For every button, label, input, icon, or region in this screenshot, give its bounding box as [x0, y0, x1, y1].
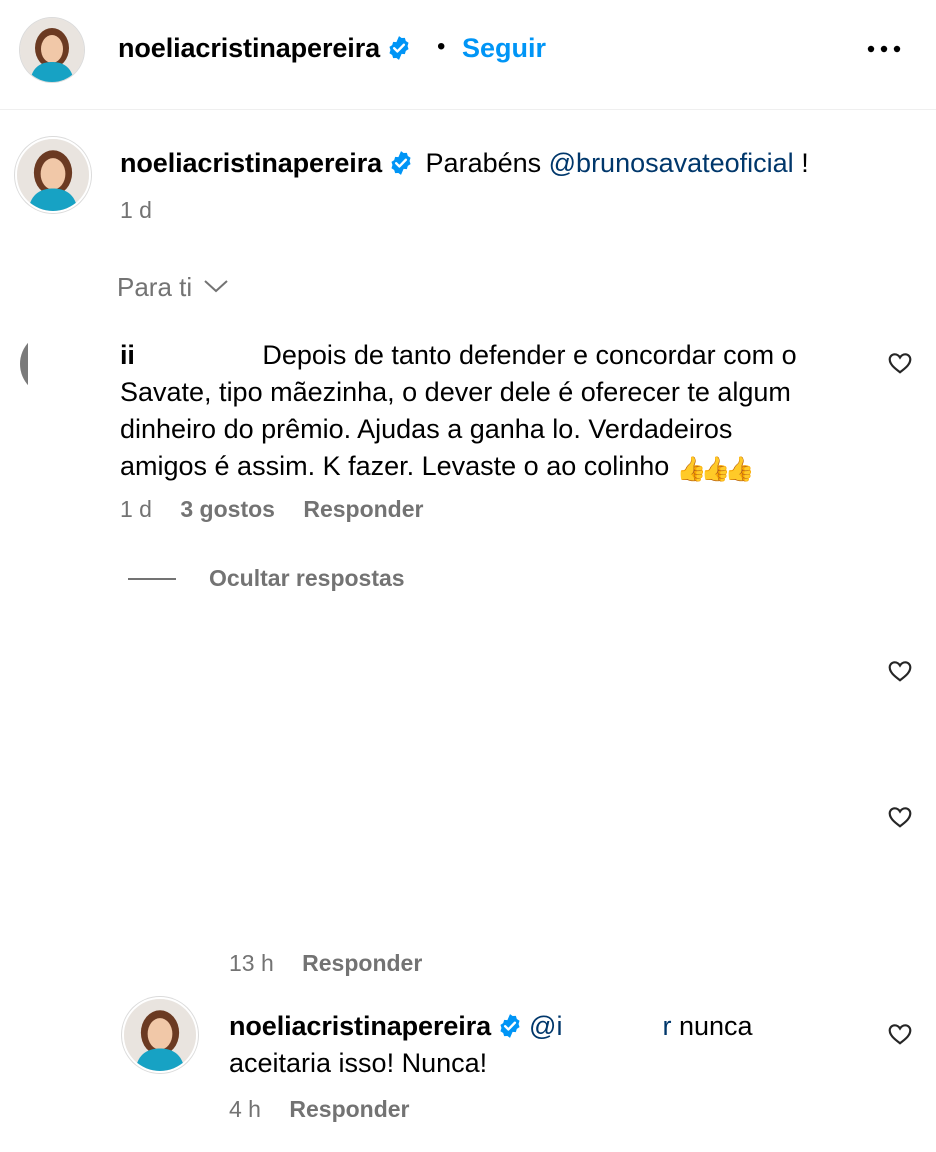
replies-line [128, 578, 176, 580]
like-heart-icon[interactable] [887, 1021, 913, 1047]
thumbs-up-emoji: 👍👍👍 [676, 456, 755, 483]
reply-username[interactable]: noeliacristinapereira [229, 1011, 491, 1041]
profile-photo-icon [124, 999, 196, 1071]
profile-photo-icon [20, 332, 84, 396]
caption-time: 1 d [120, 197, 152, 223]
comment-avatar[interactable] [20, 332, 84, 396]
like-heart-icon[interactable] [887, 804, 913, 830]
reply-button[interactable]: Responder [302, 950, 422, 976]
sort-dropdown[interactable]: Para ti [117, 272, 229, 303]
caption-text: noeliacristinapereira Parabéns @brunosav… [120, 148, 809, 178]
header-separator: • [437, 33, 446, 60]
comment-meta: 1 d 3 gostos Responder [120, 496, 424, 522]
profile-photo-icon [20, 18, 84, 82]
more-options-icon[interactable] [866, 42, 902, 56]
reply-meta: 13 h Responder [229, 950, 423, 976]
like-heart-icon[interactable] [887, 658, 913, 684]
header-avatar[interactable] [20, 18, 84, 82]
reply-meta: 4 h Responder [229, 1096, 410, 1122]
mention-link[interactable]: @i r [529, 1011, 671, 1041]
verified-badge-icon [386, 35, 412, 61]
reply-button[interactable]: Responder [303, 496, 423, 522]
caption-avatar[interactable] [15, 137, 91, 213]
comment-body: ii Depois de tanto defender e concordar … [120, 340, 797, 483]
chevron-down-icon [204, 280, 229, 293]
reply-button[interactable]: Responder [289, 1096, 409, 1122]
hide-replies-button[interactable]: Ocultar respostas [209, 565, 405, 592]
header-divider [0, 109, 936, 110]
verified-badge-icon [388, 150, 414, 176]
caption-username[interactable]: noeliacristinapereira [120, 148, 382, 178]
header-username[interactable]: noeliacristinapereira [118, 33, 412, 64]
mention-link[interactable]: @brunosavateoficial [549, 148, 794, 178]
likes-count[interactable]: 3 gostos [180, 496, 275, 522]
like-heart-icon[interactable] [887, 350, 913, 376]
follow-button[interactable]: Seguir [462, 33, 546, 64]
reply-body: noeliacristinapereira @i r nunca aceitaria… [229, 1011, 753, 1078]
verified-badge-icon [497, 1013, 523, 1039]
comment-username[interactable]: ii [120, 340, 135, 370]
profile-photo-icon [17, 139, 89, 211]
reply-avatar[interactable] [122, 997, 198, 1073]
